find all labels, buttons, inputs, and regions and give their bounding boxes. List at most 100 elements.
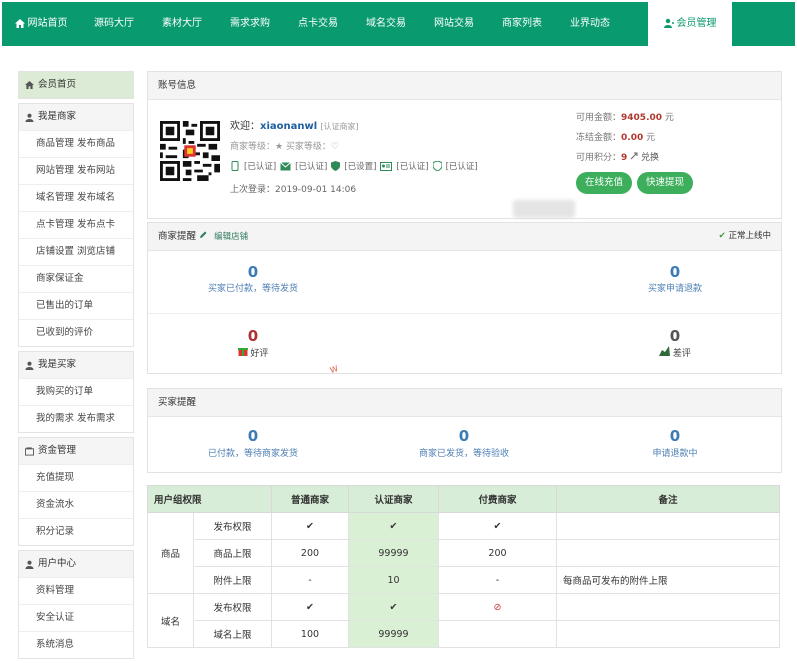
row-item: 域名上限 <box>193 620 272 648</box>
cell-verified: ✔ <box>348 512 439 540</box>
nav-item-member[interactable]: 会员管理 <box>648 2 732 46</box>
buyer-reminder-header: 买家提醒 <box>148 389 781 417</box>
gift-icon <box>237 348 248 356</box>
sidebar-group-user: 用户中心 资料管理 安全认证 系统消息 <box>18 550 134 659</box>
exchange-link[interactable]: 兑换 <box>641 153 659 163</box>
nav-item-card[interactable]: 点卡交易 <box>284 2 352 46</box>
sidebar-item-bought-orders[interactable]: 我购买的订单 <box>19 378 133 405</box>
check-icon: ✔ <box>718 231 726 241</box>
nav-item-merchants[interactable]: 商家列表 <box>488 2 556 46</box>
account-panel: 账号信息 欢迎：xiaonanwl [认证商家] 商家等级：★ 买家等级：♡ [… <box>147 71 782 219</box>
sidebar-group-merchant: 我是商家 商品管理 发布商品 网站管理 发布网站 域名管理 发布域名 点卡管理 … <box>18 103 134 347</box>
home-icon <box>14 18 25 28</box>
pencil-icon <box>200 231 207 238</box>
frozen-balance: 冻结金额：0.00 元 <box>576 133 656 143</box>
top-nav: 网站首页 源码大厅 素材大厅 需求求购 点卡交易 域名交易 网站交易 商家列表 … <box>2 2 795 46</box>
sidebar-item-messages[interactable]: 系统消息 <box>19 631 133 658</box>
lock-shield-icon <box>432 161 442 171</box>
stat-good-value[interactable]: 0 <box>228 327 278 345</box>
stat-bad-value[interactable]: 0 <box>650 327 700 345</box>
nav-item-domain[interactable]: 域名交易 <box>352 2 420 46</box>
col-header-note: 备注 <box>556 485 780 513</box>
divider <box>148 313 781 314</box>
cell-paid <box>438 620 557 648</box>
username[interactable]: xiaonanwl <box>260 121 317 132</box>
merchant-reminder-panel: 商家提醒 编辑店铺 ✔ 正常上线中 0 买家已付款，等待发货 0 买家申请退款 … <box>147 222 782 374</box>
stat-paid-label[interactable]: 买家已付款，等待发货 <box>188 281 318 294</box>
bad-review-icon <box>659 346 671 356</box>
nav-item-demand[interactable]: 需求求购 <box>216 2 284 46</box>
cell-paid: ⊘ <box>438 593 557 621</box>
cell-note: 每商品可发布的附件上限 <box>556 566 780 594</box>
stat-refund-value[interactable]: 0 <box>650 263 700 281</box>
cell-paid: - <box>438 566 557 594</box>
stat-bad-label[interactable]: 差评 <box>640 346 710 359</box>
sidebar-item-my-demands[interactable]: 我的需求 发布需求 <box>19 405 133 432</box>
nav-item-source[interactable]: 源码大厅 <box>80 2 148 46</box>
sidebar-head-buyer: 我是买家 <box>19 352 133 378</box>
sidebar-item-profile[interactable]: 资料管理 <box>19 577 133 604</box>
buyer-stat-shipped-label[interactable]: 商家已发货，等待验收 <box>394 446 534 459</box>
sidebar-item-reviews[interactable]: 已收到的评价 <box>19 319 133 346</box>
table-row: 商品 发布权限 ✔ ✔ ✔ <box>147 512 780 594</box>
stat-good-label[interactable]: 好评 <box>218 346 288 359</box>
cell-paid: 200 <box>438 539 557 567</box>
sidebar-item-recharge[interactable]: 充值提现 <box>19 464 133 491</box>
sidebar-group-home: 会员首页 <box>18 71 134 99</box>
nav-item-home[interactable]: 网站首页 <box>2 2 80 46</box>
cell-normal: 200 <box>271 539 349 567</box>
nav-item-material[interactable]: 素材大厅 <box>148 2 216 46</box>
sidebar-item-points[interactable]: 积分记录 <box>19 518 133 545</box>
row-item: 发布权限 <box>193 512 272 540</box>
cell-note <box>556 512 780 540</box>
table-header-row: 用户组权限 普通商家 认证商家 付费商家 备注 <box>147 485 780 513</box>
sidebar-item-domains[interactable]: 域名管理 发布域名 <box>19 184 133 211</box>
sidebar-item-deposit[interactable]: 商家保证金 <box>19 265 133 292</box>
cell-verified: 99999 <box>348 620 439 648</box>
cell-normal: ✔ <box>271 512 349 540</box>
levels-text: 商家等级：★ 买家等级：♡ <box>230 142 339 152</box>
cell-normal: ✔ <box>271 593 349 621</box>
sidebar-item-goods[interactable]: 商品管理 发布商品 <box>19 130 133 157</box>
row-item: 发布权限 <box>193 593 272 621</box>
recharge-button[interactable]: 在线充值 <box>576 172 632 194</box>
merchant-tag: [认证商家] <box>320 122 359 131</box>
cell-verified: 99999 <box>348 539 439 567</box>
sidebar-item-member-home[interactable]: 会员首页 <box>19 72 133 98</box>
online-status: ✔ 正常上线中 <box>718 231 771 241</box>
cell-normal: - <box>271 566 349 594</box>
stat-paid-value[interactable]: 0 <box>228 263 278 281</box>
mail-icon <box>280 161 291 170</box>
last-login: 上次登录：2019-09-01 14:06 <box>230 185 357 195</box>
buyer-stat-refund-value[interactable]: 0 <box>650 427 700 445</box>
sidebar-item-cards[interactable]: 点卡管理 发布点卡 <box>19 211 133 238</box>
table-row: 域名上限 100 99999 <box>148 620 780 648</box>
row-group-domain: 域名 <box>147 593 194 648</box>
col-header-group: 用户组权限 <box>147 485 272 513</box>
available-balance: 可用金额：9405.00 元 <box>576 113 674 123</box>
cell-normal: 100 <box>271 620 349 648</box>
buyer-stat-paid-label[interactable]: 已付款，等待商家发货 <box>188 446 318 459</box>
sidebar-item-sites[interactable]: 网站管理 发布网站 <box>19 157 133 184</box>
sidebar-head-funds: 资金管理 <box>19 438 133 464</box>
sidebar-item-sold-orders[interactable]: 已售出的订单 <box>19 292 133 319</box>
table-row: 域名 发布权限 ✔ ✔ ⊘ <box>147 593 780 648</box>
buyer-stat-shipped-value[interactable]: 0 <box>439 427 489 445</box>
buyer-stat-paid-value[interactable]: 0 <box>228 427 278 445</box>
sidebar-item-shop[interactable]: 店铺设置 浏览店铺 <box>19 238 133 265</box>
table-row: 商品上限 200 99999 200 <box>148 539 780 567</box>
stat-refund-label[interactable]: 买家申请退款 <box>610 281 740 294</box>
cell-paid: ✔ <box>438 512 557 540</box>
cell-note <box>556 539 780 567</box>
nav-item-website[interactable]: 网站交易 <box>420 2 488 46</box>
cell-verified: ✔ <box>348 593 439 621</box>
link-icon <box>630 152 638 160</box>
withdraw-button[interactable]: 快速提现 <box>637 172 693 194</box>
phone-icon <box>231 161 239 171</box>
nav-item-news[interactable]: 业界动态 <box>556 2 624 46</box>
buyer-stat-refund-label[interactable]: 申请退款中 <box>610 446 740 459</box>
sidebar-item-fund-flow[interactable]: 资金流水 <box>19 491 133 518</box>
sidebar-item-security[interactable]: 安全认证 <box>19 604 133 631</box>
edit-shop-link[interactable]: 编辑店铺 <box>214 232 248 242</box>
row-group-goods: 商品 <box>147 512 194 594</box>
